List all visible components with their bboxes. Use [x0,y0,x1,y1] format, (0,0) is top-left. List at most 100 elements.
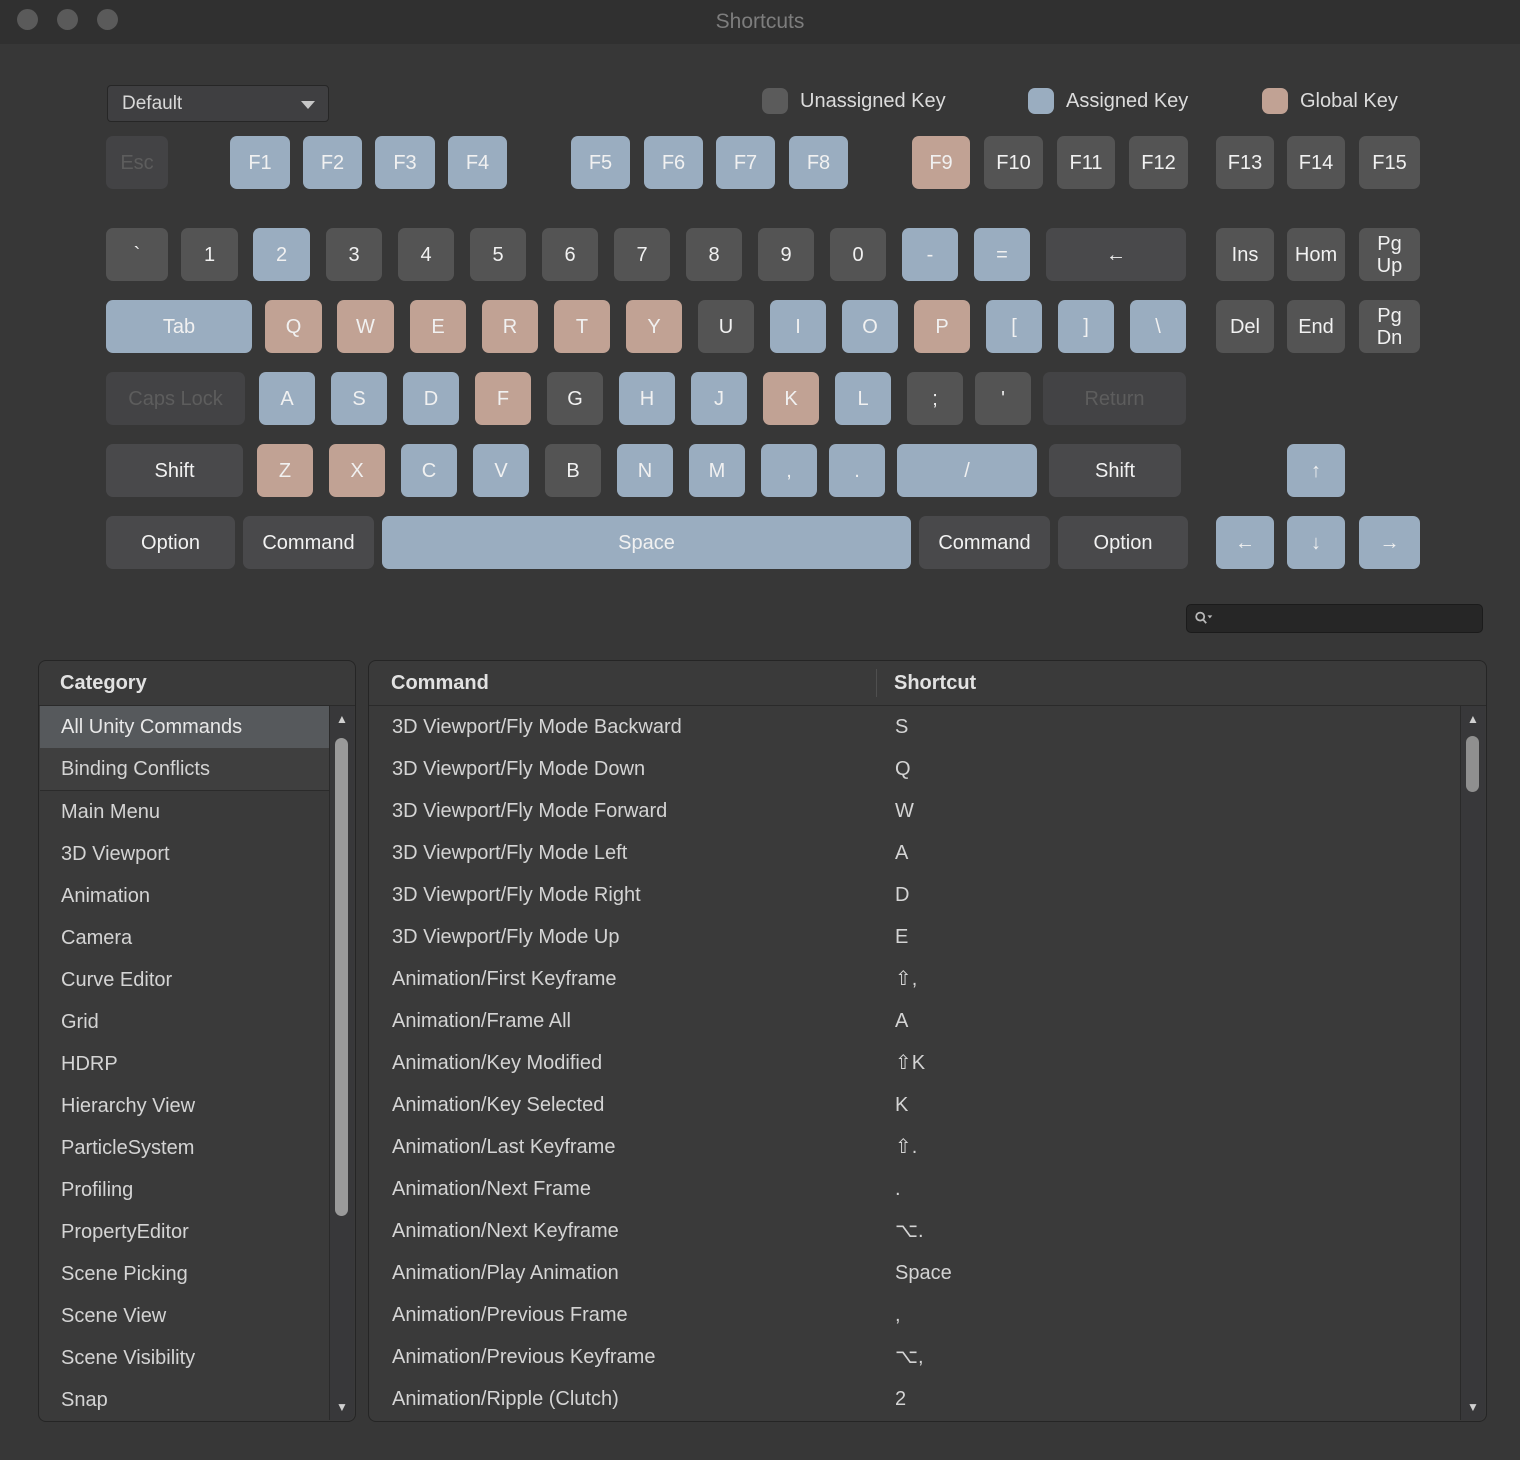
key-del[interactable]: Del [1216,300,1274,353]
command-row[interactable]: Animation/Next Keyframe ⌥. [370,1210,1453,1252]
command-row[interactable]: Animation/Previous Frame, [370,1294,1453,1336]
key-digit-3[interactable]: 3 [326,228,382,281]
command-row[interactable]: Animation/First Keyframe ⇧, [370,958,1453,1000]
key-f14[interactable]: F14 [1287,136,1345,189]
category-item-scene-visibility[interactable]: Scene Visibility [40,1337,330,1379]
key-digit-8[interactable]: 8 [686,228,742,281]
key-f4[interactable]: F4 [448,136,507,189]
command-row[interactable]: 3D Viewport/Fly Mode Down Q [370,748,1453,790]
key-g[interactable]: G [547,372,603,425]
key-quote[interactable]: ' [975,372,1031,425]
key-digit-4[interactable]: 4 [398,228,454,281]
key-h[interactable]: H [619,372,675,425]
key-y[interactable]: Y [626,300,682,353]
category-item-snap[interactable]: Snap [40,1379,330,1420]
category-item-hdrp[interactable]: HDRP [40,1043,330,1085]
key-semicolon[interactable]: ; [907,372,963,425]
category-item-profiling[interactable]: Profiling [40,1169,330,1211]
key-c[interactable]: C [401,444,457,497]
category-item-hierarchy-view[interactable]: Hierarchy View [40,1085,330,1127]
scroll-up-icon[interactable]: ▲ [330,713,354,725]
category-item-main-menu[interactable]: Main Menu [40,791,330,833]
key-ins[interactable]: Ins [1216,228,1274,281]
category-item-animation[interactable]: Animation [40,875,330,917]
key-f10[interactable]: F10 [984,136,1043,189]
scroll-up-icon[interactable]: ▲ [1461,713,1485,725]
key-f3[interactable]: F3 [375,136,435,189]
key-f9[interactable]: F9 [912,136,970,189]
key-a[interactable]: A [259,372,315,425]
profile-dropdown[interactable]: Default [107,85,329,122]
key-f13[interactable]: F13 [1216,136,1274,189]
category-item-camera[interactable]: Camera [40,917,330,959]
key-arrow-down[interactable]: ↓ [1287,516,1345,569]
key-b[interactable]: B [545,444,601,497]
search-icon[interactable] [1194,611,1214,626]
key-arrow-left[interactable]: ← [1216,516,1274,569]
category-scrollbar[interactable]: ▲ ▼ [329,706,354,1420]
key-k[interactable]: K [763,372,819,425]
command-row[interactable]: Animation/Next Frame. [370,1168,1453,1210]
key-j[interactable]: J [691,372,747,425]
key-z[interactable]: Z [257,444,313,497]
key-minus[interactable]: - [902,228,958,281]
key-t[interactable]: T [554,300,610,353]
key-backtick[interactable]: ` [106,228,168,281]
key-i[interactable]: I [770,300,826,353]
key-o[interactable]: O [842,300,898,353]
key-digit-6[interactable]: 6 [542,228,598,281]
key-n[interactable]: N [617,444,673,497]
command-row[interactable]: 3D Viewport/Fly Mode Left A [370,832,1453,874]
key-x[interactable]: X [329,444,385,497]
key-end[interactable]: End [1287,300,1345,353]
key-command-left[interactable]: Command [243,516,374,569]
key-space[interactable]: Space [382,516,911,569]
key-slash[interactable]: / [897,444,1037,497]
key-digit-0[interactable]: 0 [830,228,886,281]
key-comma[interactable]: , [761,444,817,497]
key-bracket-right[interactable]: ] [1058,300,1114,353]
category-item-binding-conflicts[interactable]: Binding Conflicts [40,748,330,790]
key-u[interactable]: U [698,300,754,353]
key-f[interactable]: F [475,372,531,425]
command-row[interactable]: Animation/Ripple (Clutch) 2 [370,1378,1453,1420]
command-scrollbar-thumb[interactable] [1466,736,1479,792]
key-pgdn[interactable]: Pg Dn [1359,300,1420,353]
category-item-propertyeditor[interactable]: PropertyEditor [40,1211,330,1253]
scroll-down-icon[interactable]: ▼ [330,1401,354,1413]
key-arrow-up[interactable]: ↑ [1287,444,1345,497]
category-item-3d-viewport[interactable]: 3D Viewport [40,833,330,875]
key-s[interactable]: S [331,372,387,425]
key-r[interactable]: R [482,300,538,353]
key-option-right[interactable]: Option [1058,516,1188,569]
key-command-right[interactable]: Command [919,516,1050,569]
key-p[interactable]: P [914,300,970,353]
key-f1[interactable]: F1 [230,136,290,189]
key-e[interactable]: E [410,300,466,353]
command-row[interactable]: 3D Viewport/Fly Mode Forward W [370,790,1453,832]
key-digit-1[interactable]: 1 [181,228,238,281]
category-item-curve-editor[interactable]: Curve Editor [40,959,330,1001]
command-row[interactable]: Animation/Key Modified ⇧K [370,1042,1453,1084]
key-shift-left[interactable]: Shift [106,444,243,497]
key-w[interactable]: W [337,300,394,353]
key-tab[interactable]: Tab [106,300,252,353]
command-row[interactable]: 3D Viewport/Fly Mode Up E [370,916,1453,958]
key-f15[interactable]: F15 [1359,136,1420,189]
scroll-down-icon[interactable]: ▼ [1461,1401,1485,1413]
key-f7[interactable]: F7 [716,136,775,189]
command-row[interactable]: Animation/Previous Keyframe ⌥, [370,1336,1453,1378]
key-digit-2[interactable]: 2 [253,228,310,281]
key-arrow-right[interactable]: → [1359,516,1420,569]
command-row[interactable]: Animation/Key Selected K [370,1084,1453,1126]
key-f11[interactable]: F11 [1057,136,1115,189]
key-f6[interactable]: F6 [644,136,703,189]
command-row[interactable]: 3D Viewport/Fly Mode Backward S [370,706,1453,748]
key-pgup[interactable]: Pg Up [1359,228,1420,281]
search-box[interactable] [1186,604,1483,633]
category-item-grid[interactable]: Grid [40,1001,330,1043]
category-scrollbar-thumb[interactable] [335,738,348,1216]
key-q[interactable]: Q [265,300,322,353]
key-f2[interactable]: F2 [303,136,362,189]
search-input[interactable] [1214,605,1482,632]
